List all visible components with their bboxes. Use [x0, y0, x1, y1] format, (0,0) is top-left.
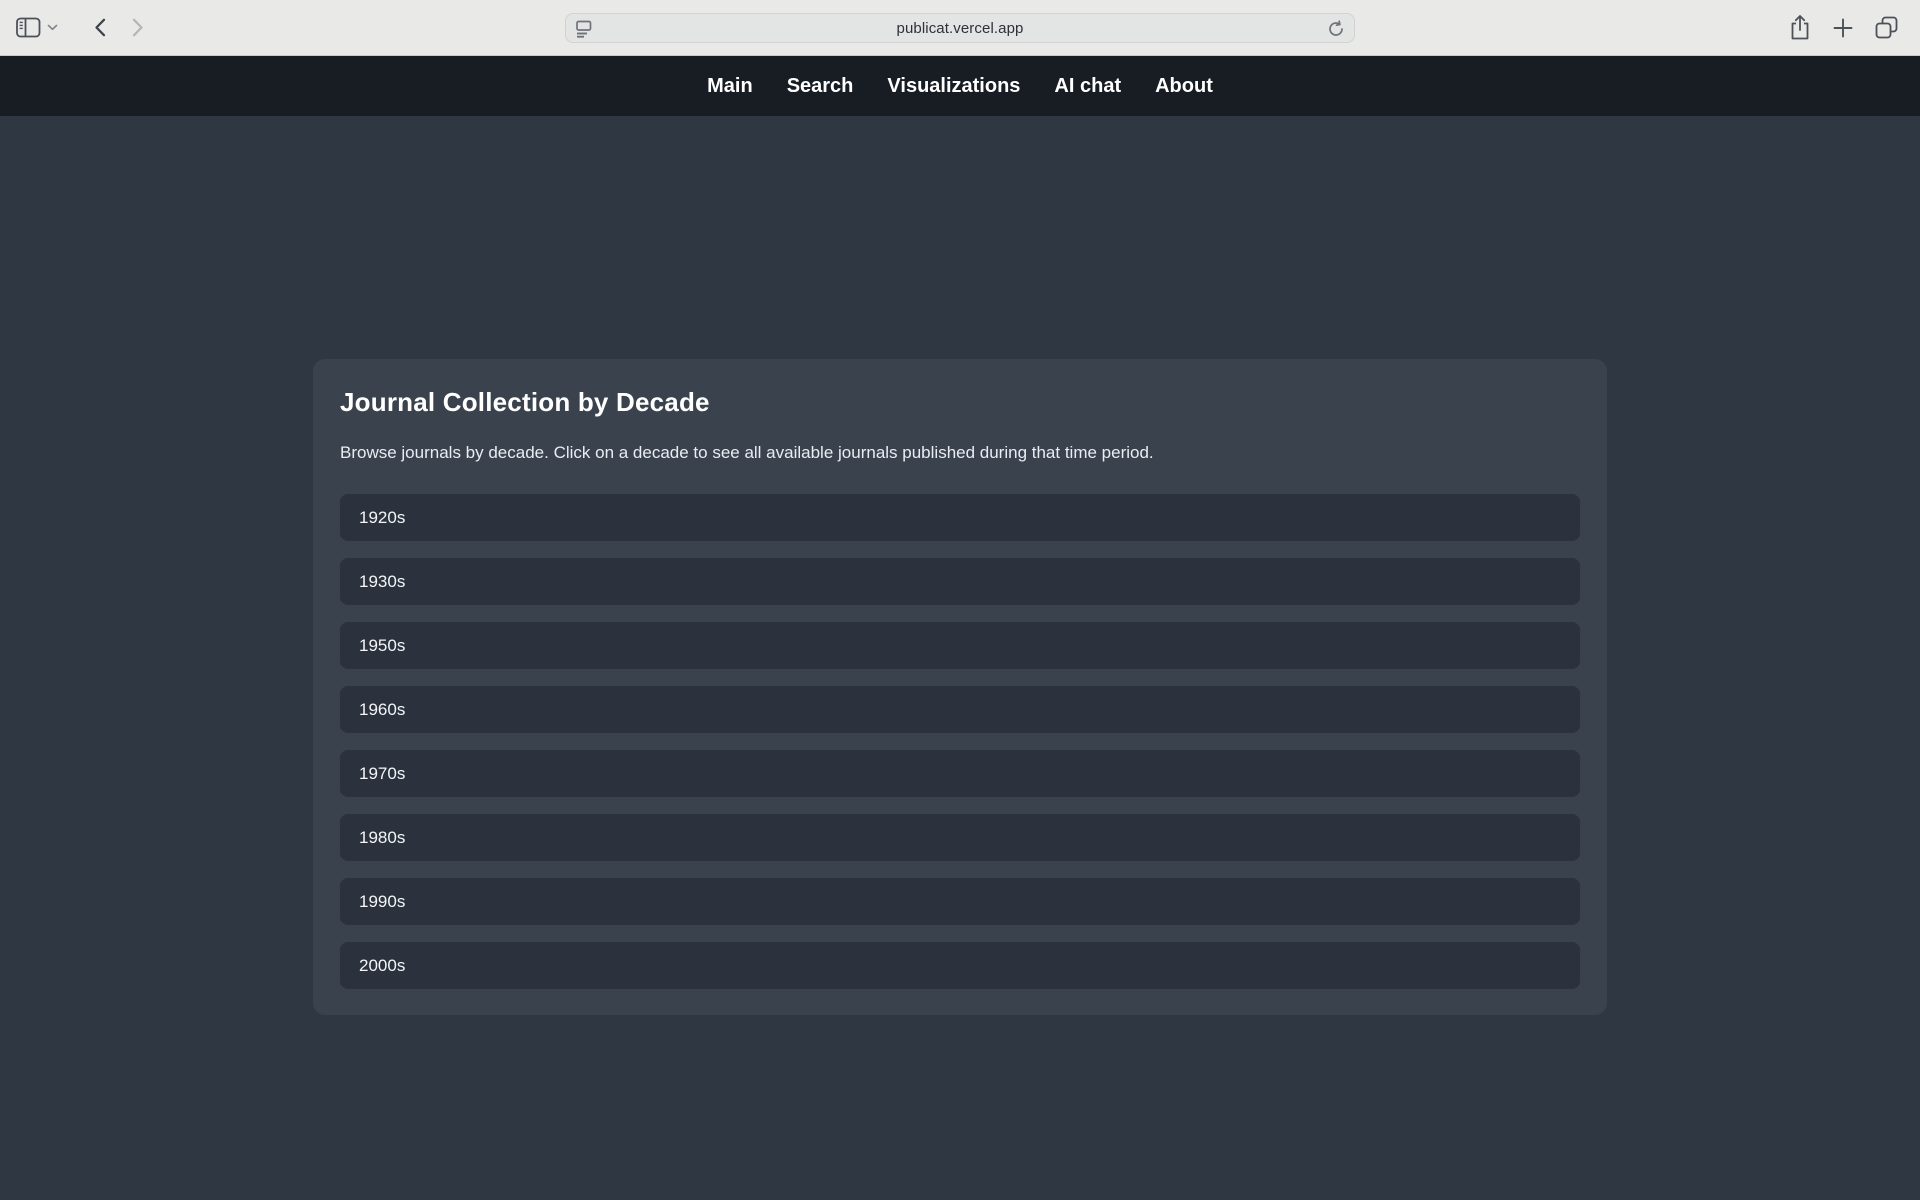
address-bar[interactable]: publicat.vercel.app: [565, 13, 1355, 43]
sidebar-toggle-button[interactable]: [16, 17, 41, 38]
sidebar-menu-chevron-button[interactable]: [47, 24, 58, 31]
decade-button[interactable]: 1980s: [340, 814, 1580, 861]
new-tab-icon: [1833, 18, 1853, 38]
nav-link-about[interactable]: About: [1155, 75, 1213, 98]
chevron-down-icon: [47, 24, 58, 31]
tab-overview-icon: [1875, 16, 1898, 39]
browser-toolbar: publicat.vercel.app: [0, 0, 1920, 56]
site-nav: Main Search Visualizations AI chat About: [0, 56, 1920, 116]
nav-link-visualizations[interactable]: Visualizations: [887, 75, 1020, 98]
toolbar-right-group: [1789, 14, 1920, 41]
decade-button[interactable]: 1990s: [340, 878, 1580, 925]
forward-button[interactable]: [132, 18, 144, 37]
url-text: publicat.vercel.app: [897, 20, 1024, 37]
decade-button[interactable]: 1970s: [340, 750, 1580, 797]
back-icon: [94, 18, 106, 37]
page-format-icon[interactable]: [575, 19, 593, 39]
journal-collection-card: Journal Collection by Decade Browse jour…: [313, 359, 1607, 1015]
decade-list: 1920s 1930s 1950s 1960s 1970s 1980s 1990…: [340, 494, 1580, 989]
page-title: Journal Collection by Decade: [340, 387, 1580, 418]
page-background: Journal Collection by Decade Browse jour…: [0, 116, 1920, 1200]
decade-button[interactable]: 2000s: [340, 942, 1580, 989]
reload-icon[interactable]: [1327, 20, 1345, 38]
share-icon: [1789, 14, 1811, 41]
back-button[interactable]: [94, 18, 106, 37]
share-button[interactable]: [1789, 14, 1811, 41]
forward-icon: [132, 18, 144, 37]
nav-link-search[interactable]: Search: [787, 75, 854, 98]
decade-button[interactable]: 1930s: [340, 558, 1580, 605]
decade-button[interactable]: 1960s: [340, 686, 1580, 733]
decade-button[interactable]: 1950s: [340, 622, 1580, 669]
decade-button[interactable]: 1920s: [340, 494, 1580, 541]
toolbar-left-group: [0, 17, 144, 38]
card-description: Browse journals by decade. Click on a de…: [340, 440, 1580, 465]
nav-link-ai-chat[interactable]: AI chat: [1054, 75, 1121, 98]
nav-link-main[interactable]: Main: [707, 75, 753, 98]
sidebar-panel-icon: [16, 17, 41, 38]
tab-overview-button[interactable]: [1875, 16, 1898, 39]
new-tab-button[interactable]: [1833, 18, 1853, 38]
